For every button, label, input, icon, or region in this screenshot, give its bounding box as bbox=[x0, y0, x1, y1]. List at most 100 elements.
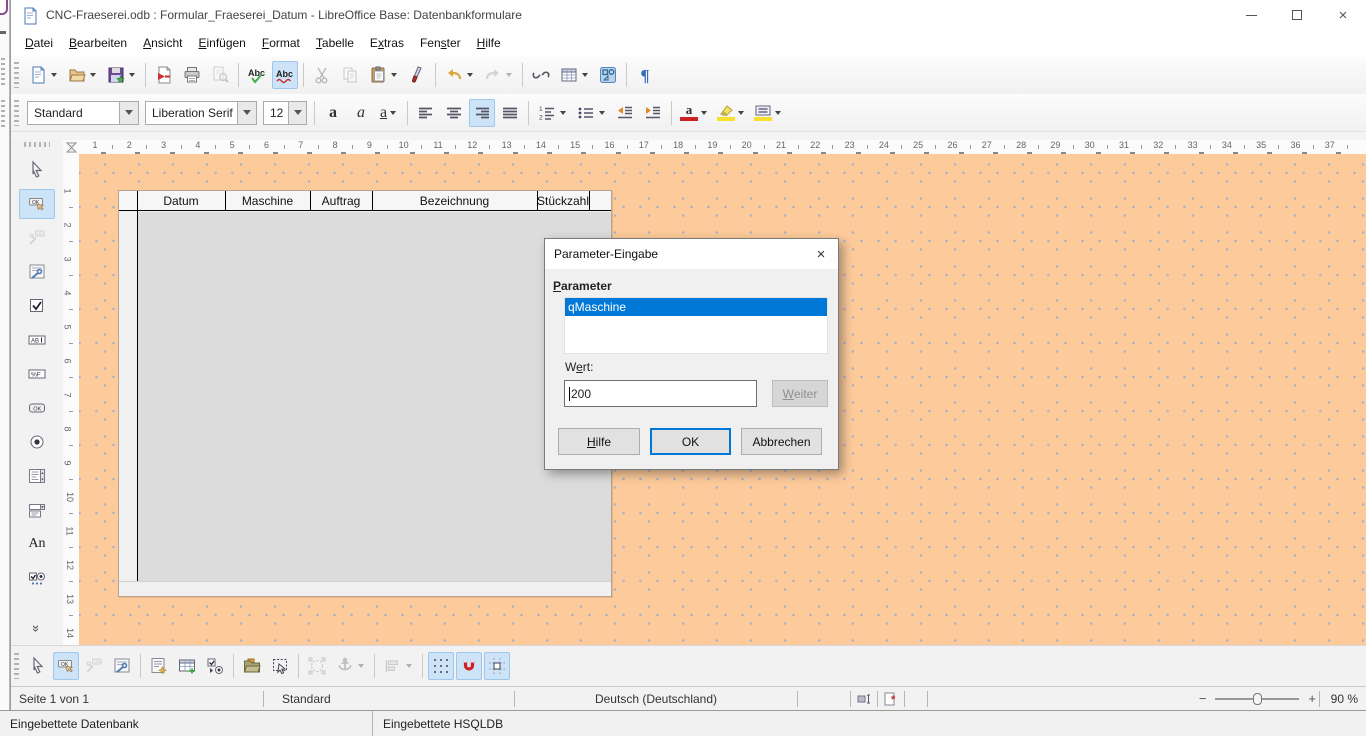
zoom-control[interactable]: −+ bbox=[1196, 687, 1319, 711]
menu-bearbeiten[interactable]: Bearbeiten bbox=[61, 32, 135, 54]
open-button[interactable] bbox=[64, 61, 101, 89]
toolbar-grip[interactable] bbox=[24, 142, 50, 147]
redo-dropdown-icon[interactable] bbox=[506, 73, 512, 77]
paste-dropdown-icon[interactable] bbox=[391, 73, 397, 77]
italic-button[interactable]: a bbox=[348, 99, 374, 127]
status-selection-mode[interactable] bbox=[851, 687, 877, 711]
form-navigator-button[interactable] bbox=[146, 652, 172, 680]
combo-box-button[interactable] bbox=[19, 495, 55, 525]
ok-button[interactable]: OK bbox=[650, 428, 731, 455]
export-pdf-button[interactable] bbox=[151, 61, 177, 89]
status-page-style[interactable]: Standard bbox=[264, 687, 514, 711]
column-separator[interactable] bbox=[589, 191, 590, 211]
push-button-button[interactable]: OK bbox=[19, 393, 55, 423]
snap-to-grid-button[interactable] bbox=[456, 652, 482, 680]
helplines-while-moving-button[interactable] bbox=[484, 652, 510, 680]
ordered-list-dropdown-icon[interactable] bbox=[560, 111, 566, 115]
close-button[interactable]: × bbox=[1320, 0, 1366, 30]
status-empty[interactable] bbox=[798, 687, 850, 711]
toolbar-overflow-chevron-icon[interactable]: » bbox=[29, 625, 44, 632]
toolbar-grip[interactable] bbox=[14, 62, 19, 88]
auto-spellcheck-button[interactable]: Abc bbox=[272, 61, 298, 89]
menu-einfgen[interactable]: Einfügen bbox=[190, 32, 253, 54]
menu-hilfe[interactable]: Hilfe bbox=[469, 32, 509, 54]
paragraph-style-combo-dropdown-icon[interactable] bbox=[119, 102, 138, 124]
align-left-button[interactable] bbox=[413, 99, 439, 127]
select-button[interactable] bbox=[25, 652, 51, 680]
more-controls-button[interactable] bbox=[19, 563, 55, 593]
dialog-titlebar[interactable]: Parameter-Eingabe × bbox=[545, 239, 838, 269]
toolbar-grip[interactable] bbox=[14, 653, 19, 679]
font-name-combo-dropdown-icon[interactable] bbox=[237, 102, 256, 124]
list-box-button[interactable] bbox=[19, 461, 55, 491]
zoom-slider[interactable] bbox=[1215, 698, 1299, 700]
form-properties-button[interactable] bbox=[19, 257, 55, 287]
insert-table-dropdown-icon[interactable] bbox=[582, 73, 588, 77]
highlight-color-dropdown-icon[interactable] bbox=[738, 111, 744, 115]
font-size-combo[interactable]: 12 bbox=[263, 101, 307, 125]
design-mode-button[interactable]: OK bbox=[53, 652, 79, 680]
wert-input[interactable]: 200 bbox=[564, 380, 757, 407]
parameter-list-item[interactable]: qMaschine bbox=[565, 298, 827, 316]
paragraph-style-combo[interactable]: Standard bbox=[27, 101, 139, 125]
open-dropdown-icon[interactable] bbox=[90, 73, 96, 77]
underline-dropdown-icon[interactable] bbox=[390, 111, 396, 115]
table-grid-control[interactable]: DatumMaschineAuftragBezeichnungStückzahl bbox=[118, 190, 612, 597]
new-document-button[interactable] bbox=[25, 61, 62, 89]
undo-dropdown-icon[interactable] bbox=[467, 73, 473, 77]
dialog-close-button[interactable]: × bbox=[804, 239, 838, 269]
print-button[interactable] bbox=[179, 61, 205, 89]
font-color-button[interactable]: a bbox=[677, 99, 712, 127]
decrease-indent-button[interactable] bbox=[612, 99, 638, 127]
zoom-percent[interactable]: 90 % bbox=[1320, 687, 1366, 711]
align-objects-dropdown-icon[interactable] bbox=[406, 664, 412, 668]
save-button[interactable] bbox=[103, 61, 140, 89]
option-button-button[interactable] bbox=[19, 427, 55, 457]
clone-formatting-button[interactable] bbox=[404, 61, 430, 89]
minimize-button[interactable] bbox=[1228, 0, 1274, 30]
ordered-list-button[interactable]: 12 bbox=[534, 99, 571, 127]
insert-table-button[interactable] bbox=[556, 61, 593, 89]
menu-fenster[interactable]: Fenster bbox=[412, 32, 469, 54]
zoom-out-icon[interactable]: − bbox=[1196, 691, 1210, 706]
menu-tabelle[interactable]: Tabelle bbox=[308, 32, 362, 54]
zoom-in-icon[interactable]: + bbox=[1305, 691, 1319, 706]
new-document-dropdown-icon[interactable] bbox=[51, 73, 57, 77]
spelling-button[interactable]: Abc bbox=[244, 61, 270, 89]
column-header-maschine[interactable]: Maschine bbox=[225, 191, 310, 211]
tab-stop-selector[interactable] bbox=[63, 140, 79, 154]
paste-button[interactable] bbox=[365, 61, 402, 89]
zoom-slider-thumb[interactable] bbox=[1253, 693, 1262, 705]
column-header-bezeichnung[interactable]: Bezeichnung bbox=[372, 191, 537, 211]
bold-button[interactable]: a bbox=[320, 99, 346, 127]
weiter-button[interactable]: Weiter bbox=[772, 380, 828, 407]
horizontal-ruler[interactable]: 1234567891011121314151617181920212223242… bbox=[79, 140, 1366, 154]
design-mode-button[interactable]: OK bbox=[19, 189, 55, 219]
column-header-auftrag[interactable]: Auftrag bbox=[310, 191, 372, 211]
justify-button[interactable] bbox=[497, 99, 523, 127]
highlight-color-button[interactable] bbox=[714, 99, 749, 127]
abbrechen-button[interactable]: Abbrechen bbox=[741, 428, 822, 455]
vertical-ruler[interactable]: 1234567891011121314 bbox=[63, 154, 79, 645]
font-size-combo-dropdown-icon[interactable] bbox=[288, 102, 306, 124]
align-center-button[interactable] bbox=[441, 99, 467, 127]
open-in-design-mode-button[interactable] bbox=[239, 652, 265, 680]
automatic-control-focus-button[interactable] bbox=[267, 652, 293, 680]
underline-button[interactable]: a bbox=[376, 99, 402, 127]
text-box-button[interactable]: AB bbox=[19, 325, 55, 355]
paragraph-background-button[interactable] bbox=[751, 99, 786, 127]
increase-indent-button[interactable] bbox=[640, 99, 666, 127]
form-properties-button[interactable] bbox=[109, 652, 135, 680]
status-empty[interactable] bbox=[905, 687, 927, 711]
menu-ansicht[interactable]: Ansicht bbox=[135, 32, 190, 54]
add-field-button[interactable] bbox=[174, 652, 200, 680]
status-document-modified[interactable]: * bbox=[878, 687, 904, 711]
activation-order-button[interactable] bbox=[202, 652, 228, 680]
column-header-datum[interactable]: Datum bbox=[137, 191, 225, 211]
status-language[interactable]: Deutsch (Deutschland) bbox=[515, 687, 797, 711]
unordered-list-button[interactable] bbox=[573, 99, 610, 127]
menu-datei[interactable]: Datei bbox=[17, 32, 61, 54]
maximize-button[interactable] bbox=[1274, 0, 1320, 30]
form-design-button[interactable] bbox=[595, 61, 621, 89]
menu-extras[interactable]: Extras bbox=[362, 32, 412, 54]
